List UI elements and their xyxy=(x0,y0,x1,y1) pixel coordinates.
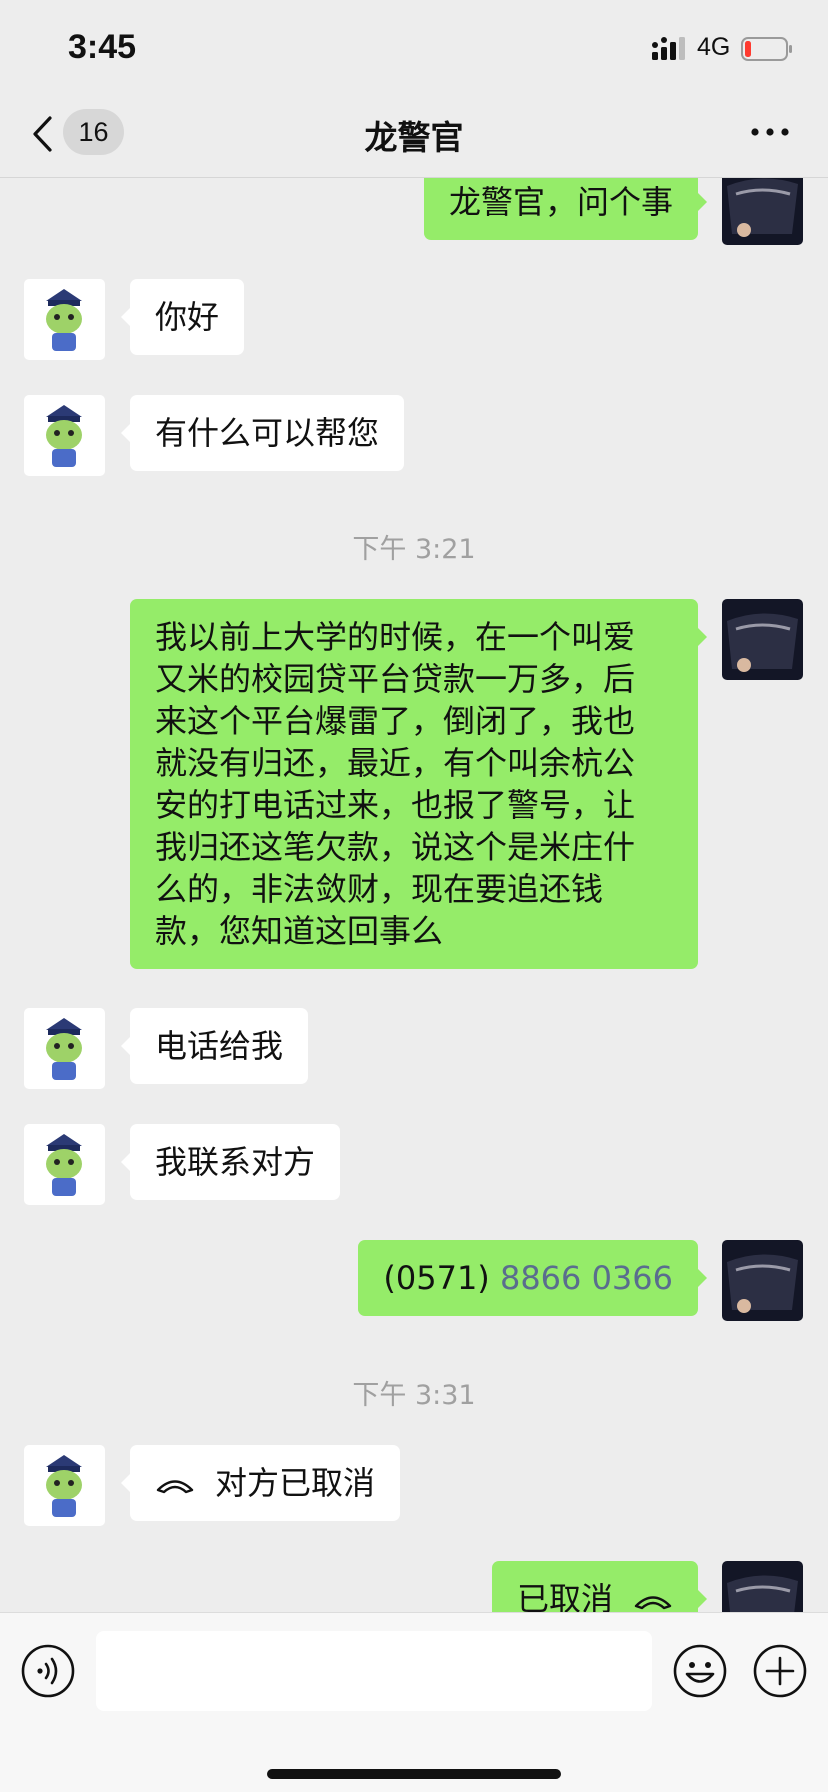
police-cat-avatar-icon xyxy=(24,1008,105,1089)
emoji-icon[interactable] xyxy=(672,1643,728,1699)
message-list[interactable]: 龙警官，问个事 你好 有什么可以帮您 下午 3:21 我以前上大学的时候，在一个… xyxy=(0,178,828,1612)
message-bubble-outgoing[interactable]: 龙警官，问个事 xyxy=(423,178,708,240)
folding-fan-avatar-icon xyxy=(722,599,803,680)
status-bar: 3:45 4G xyxy=(0,0,828,100)
message-line: 又米的校园贷平台贷款一万多，后 xyxy=(155,660,636,698)
status-time: 3:45 xyxy=(68,28,137,66)
contact-avatar[interactable] xyxy=(24,1124,105,1205)
police-cat-avatar-icon xyxy=(24,395,105,476)
call-status-text: 已取消 xyxy=(516,1580,613,1612)
message-bubble-incoming[interactable]: 有什么可以帮您 xyxy=(120,395,405,471)
message-bubble-outgoing[interactable]: (0571) 8866 0366 xyxy=(358,1240,707,1316)
network-type: 4G xyxy=(697,33,731,61)
police-cat-avatar-icon xyxy=(24,1445,105,1526)
message-line: 么的，非法敛财，现在要追还钱 xyxy=(155,870,604,908)
call-record-bubble[interactable]: 对方已取消 xyxy=(120,1445,401,1521)
my-avatar[interactable] xyxy=(722,599,803,680)
more-options-icon[interactable] xyxy=(750,124,790,140)
message-bubble-incoming[interactable]: 电话给我 xyxy=(120,1008,309,1084)
contact-avatar[interactable] xyxy=(24,1445,105,1526)
folding-fan-avatar-icon xyxy=(722,178,803,245)
message-line: 安的打电话过来，也报了警号，让 xyxy=(155,786,636,824)
call-record-bubble[interactable]: 已取消 xyxy=(491,1561,708,1612)
my-avatar[interactable] xyxy=(722,178,803,245)
timestamp-divider: 下午 3:21 xyxy=(352,534,476,565)
add-more-icon[interactable] xyxy=(752,1643,808,1699)
message-bubble-incoming[interactable]: 你好 xyxy=(120,279,245,355)
contact-avatar[interactable] xyxy=(24,1008,105,1089)
message-line: 就没有归还，最近，有个叫余杭公 xyxy=(155,744,636,782)
contact-avatar[interactable] xyxy=(24,395,105,476)
voice-input-icon[interactable] xyxy=(20,1643,76,1699)
contact-avatar[interactable] xyxy=(24,279,105,360)
phone-hangup-icon xyxy=(634,1596,672,1610)
call-status-text: 对方已取消 xyxy=(215,1464,376,1502)
phone-hangup-icon xyxy=(156,1480,194,1494)
folding-fan-avatar-icon xyxy=(722,1240,803,1321)
message-line: 我归还这笔欠款，说这个是米庄什 xyxy=(155,828,636,866)
timestamp-divider: 下午 3:31 xyxy=(352,1380,476,1411)
police-cat-avatar-icon xyxy=(24,1124,105,1205)
message-line: 款，您知道这回事么 xyxy=(155,912,444,950)
chat-title: 龙警官 xyxy=(364,118,464,157)
area-code: (0571) xyxy=(383,1259,490,1297)
home-indicator[interactable] xyxy=(267,1769,561,1779)
my-avatar[interactable] xyxy=(722,1240,803,1321)
battery-low-icon xyxy=(741,37,792,61)
input-bar xyxy=(0,1612,828,1792)
message-line: 我以前上大学的时候，在一个叫爱 xyxy=(155,618,636,656)
chat-header: 16 龙警官 xyxy=(0,100,828,178)
signal-strength-icon xyxy=(652,37,685,60)
message-bubble-incoming[interactable]: 我联系对方 xyxy=(120,1124,341,1200)
my-avatar[interactable] xyxy=(722,1561,803,1612)
phone-number-link[interactable]: 8866 0366 xyxy=(500,1259,673,1297)
police-cat-avatar-icon xyxy=(24,279,105,360)
message-bubble-outgoing[interactable]: 我以前上大学的时候，在一个叫爱 又米的校园贷平台贷款一万多，后 来这个平台爆雷了… xyxy=(130,599,707,969)
folding-fan-avatar-icon xyxy=(722,1561,803,1612)
message-input[interactable] xyxy=(96,1631,652,1711)
message-line: 来这个平台爆雷了，倒闭了，我也 xyxy=(155,702,636,740)
